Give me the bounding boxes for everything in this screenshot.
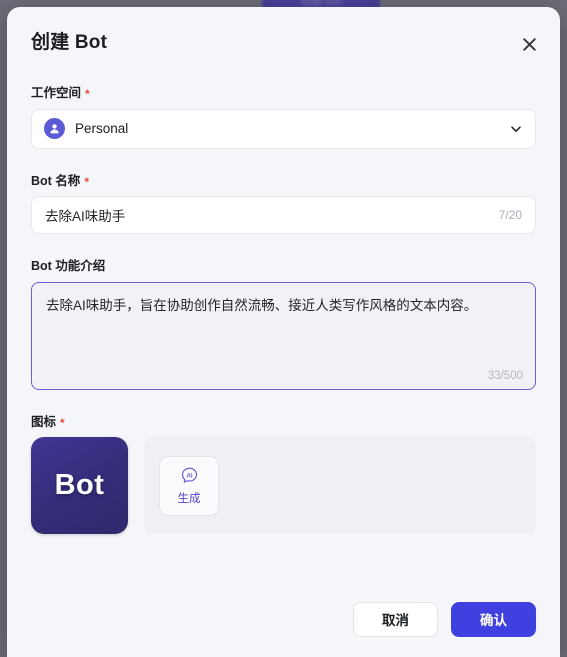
svg-text:AI: AI	[186, 472, 192, 479]
bot-icon-label: 图标 *	[31, 414, 536, 430]
cancel-button[interactable]: 取消	[353, 601, 438, 637]
bot-description-value: 去除AI味助手，旨在协助创作自然流畅、接近人类写作风格的文本内容。	[46, 297, 478, 313]
create-bot-dialog: 创建 Bot 工作空间 * Personal Bot 名称 * 去除AI味助手 …	[7, 7, 560, 657]
bot-icon-required-mark: *	[60, 415, 65, 430]
icon-options-panel: AI 生成	[144, 437, 536, 534]
bot-name-label-text: Bot 名称	[31, 173, 81, 188]
bot-name-required-mark: *	[84, 174, 89, 189]
confirm-button[interactable]: 确认	[451, 601, 536, 637]
workspace-field: 工作空间 * Personal	[31, 87, 536, 149]
dialog-header: 创建 Bot	[7, 7, 560, 55]
bot-name-input[interactable]: 去除AI味助手 7/20	[31, 196, 536, 234]
bot-avatar-text: Bot	[54, 469, 105, 501]
workspace-label-text: 工作空间	[31, 86, 82, 100]
chevron-down-icon[interactable]	[509, 122, 523, 136]
close-icon[interactable]	[516, 31, 542, 57]
generate-icon-button[interactable]: AI 生成	[159, 455, 219, 516]
page-title: 创建 Bot	[31, 32, 108, 53]
dialog-footer: 取消 确认	[7, 589, 560, 657]
bot-description-label-text: Bot 功能介绍	[31, 259, 106, 273]
ai-chat-bubble-icon: AI	[180, 466, 199, 490]
bot-name-label: Bot 名称 *	[31, 173, 536, 189]
bot-description-field: Bot 功能介绍 去除AI味助手，旨在协助创作自然流畅、接近人类写作风格的文本内…	[31, 260, 536, 390]
workspace-required-mark: *	[85, 87, 90, 102]
workspace-select[interactable]: Personal	[31, 108, 536, 149]
bot-description-counter: 33/500	[487, 369, 523, 382]
bot-description-textarea[interactable]: 去除AI味助手，旨在协助创作自然流畅、接近人类写作风格的文本内容。 33/500	[31, 281, 536, 390]
workspace-label: 工作空间 *	[31, 87, 536, 100]
bot-description-label: Bot 功能介绍	[31, 260, 536, 273]
bot-icon-row: Bot AI 生成	[31, 437, 536, 534]
bot-name-counter: 7/20	[498, 208, 522, 222]
bot-icon-label-text: 图标	[31, 414, 57, 429]
generate-icon-label: 生成	[177, 492, 201, 505]
bot-name-value: 去除AI味助手	[45, 209, 126, 224]
bot-icon-field: 图标 * Bot AI 生成	[31, 414, 536, 534]
workspace-selected-value: Personal	[75, 121, 129, 136]
dialog-body: 工作空间 * Personal Bot 名称 * 去除AI味助手 7/20 Bo…	[7, 87, 560, 534]
bot-name-field: Bot 名称 * 去除AI味助手 7/20	[31, 173, 536, 234]
user-avatar-icon	[44, 118, 65, 139]
bot-avatar-preview[interactable]: Bot	[31, 437, 128, 534]
